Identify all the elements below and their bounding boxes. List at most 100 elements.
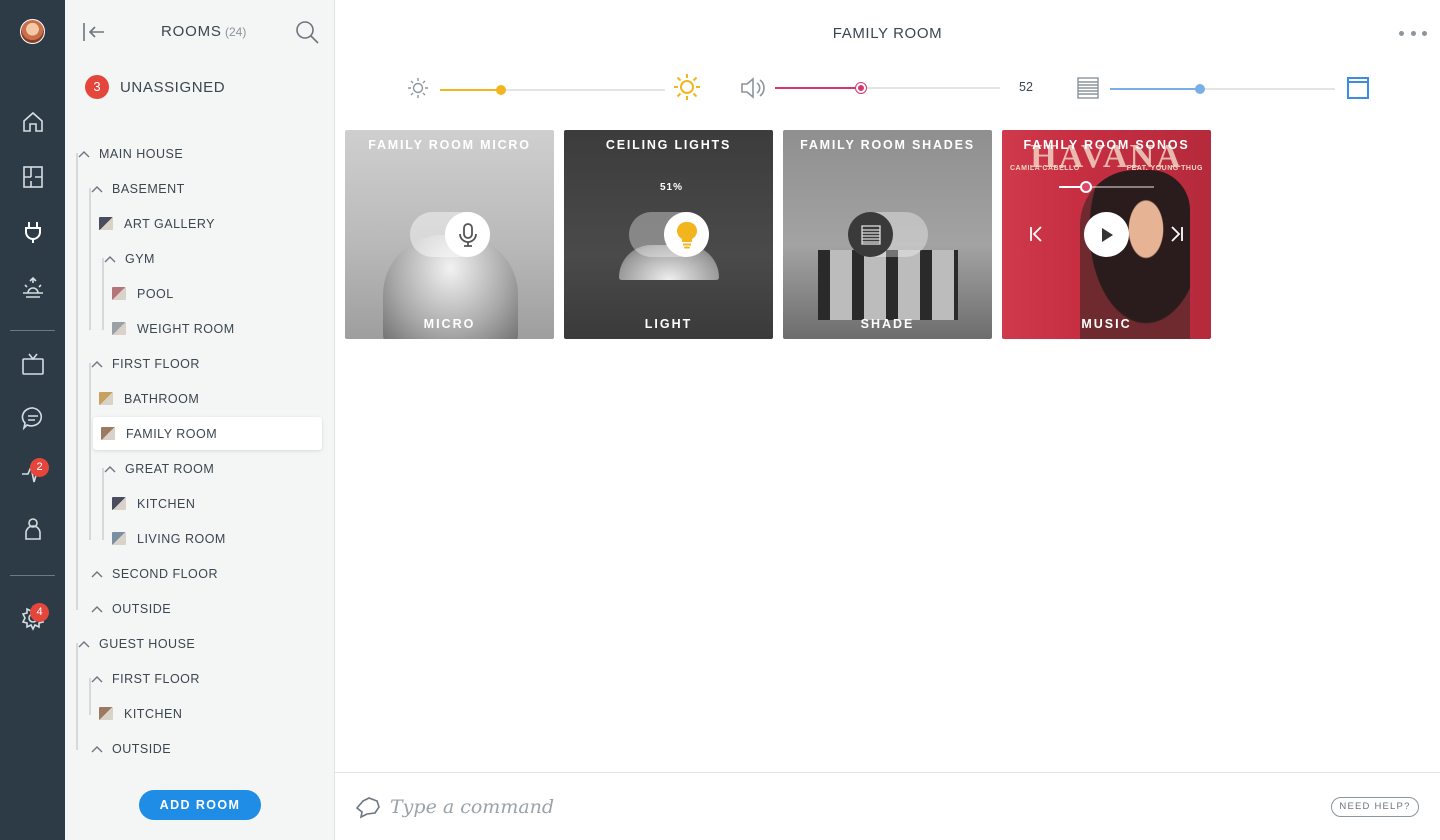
messages-button[interactable] [0, 398, 65, 438]
chevron-up-icon[interactable] [78, 150, 90, 158]
shade-closed-icon[interactable] [1077, 77, 1099, 99]
tree-group[interactable]: GREAT ROOM [104, 452, 214, 485]
shade-slider-knob[interactable] [1195, 84, 1205, 94]
need-help-button[interactable]: NEED HELP? [1331, 797, 1419, 817]
device-tile-light[interactable]: CEILING LIGHTS 51% LIGHT [564, 130, 773, 339]
brightness-slider-knob[interactable] [495, 85, 506, 95]
brightness-slider[interactable] [440, 85, 665, 95]
home-icon [22, 111, 43, 132]
microphone-icon [458, 222, 477, 247]
tree-group[interactable]: FIRST FLOOR [91, 347, 200, 380]
chevron-up-icon[interactable] [91, 605, 103, 613]
shade-slider[interactable] [1110, 84, 1335, 94]
scenes-button[interactable] [0, 267, 65, 307]
tile-type: MUSIC [1081, 317, 1132, 331]
tree-room[interactable]: WEIGHT ROOM [112, 312, 235, 345]
tree-room[interactable]: BATHROOM [99, 382, 199, 415]
micro-toggle-knob[interactable] [445, 212, 490, 257]
room-thumbnail [99, 707, 113, 720]
tree-room[interactable]: KITCHEN [112, 487, 195, 520]
chevron-up-icon[interactable] [91, 185, 103, 193]
shade-open-icon[interactable] [1346, 76, 1370, 100]
floorplan-icon [22, 166, 43, 188]
chevron-up-icon[interactable] [78, 640, 90, 648]
tree-item-label: WEIGHT ROOM [137, 321, 235, 336]
tree-guide [76, 153, 78, 610]
light-toggle[interactable] [629, 212, 709, 257]
album-artist: CAMILA CABELLO [1010, 165, 1080, 172]
chevron-up-icon[interactable] [91, 675, 103, 683]
search-icon[interactable] [294, 19, 320, 45]
chevron-up-icon[interactable] [104, 465, 116, 473]
floorplan-button[interactable] [0, 157, 65, 197]
music-progress-knob[interactable] [1079, 181, 1092, 193]
home-button[interactable] [0, 102, 65, 142]
tree-item-label: OUTSIDE [112, 741, 172, 756]
unassigned-rooms[interactable]: 3 UNASSIGNED [85, 75, 225, 99]
rooms-count: (24) [225, 25, 247, 39]
tree-item-label: GREAT ROOM [125, 461, 215, 476]
media-button[interactable] [0, 344, 65, 384]
tree-room[interactable]: LIVING ROOM [112, 522, 226, 555]
tile-type: SHADE [860, 317, 915, 331]
chevron-up-icon[interactable] [91, 570, 103, 578]
main-panel: FAMILY ROOM 52 FAMILY ROOM MICRO MICRO C… [335, 0, 1440, 840]
device-tile-shade[interactable]: FAMILY ROOM SHADES SHADE [783, 130, 992, 339]
users-button[interactable] [0, 508, 65, 548]
chevron-up-icon[interactable] [91, 745, 103, 753]
unassigned-count-badge: 3 [85, 75, 109, 99]
micro-toggle[interactable] [410, 212, 490, 257]
tree-group[interactable]: BASEMENT [91, 172, 185, 205]
tree-group[interactable]: OUTSIDE [91, 732, 171, 765]
tree-group[interactable]: OUTSIDE [91, 592, 171, 625]
tree-group[interactable]: GUEST HOUSE [78, 627, 195, 660]
add-room-button[interactable]: ADD ROOM [139, 790, 261, 820]
brightness-high-icon[interactable] [673, 73, 701, 101]
rooms-sidebar: ROOMS (24) 3 UNASSIGNED MAIN HOUSE BASEME… [65, 0, 335, 840]
tree-item-label: SECOND FLOOR [112, 566, 219, 581]
tv-icon [21, 353, 44, 375]
device-tile-music[interactable]: HAVANA CAMILA CABELLO FEAT. YOUNG THUG F… [1002, 130, 1211, 339]
brightness-low-icon [408, 78, 428, 98]
devices-button[interactable] [0, 212, 65, 252]
tree-group[interactable]: SECOND FLOOR [91, 557, 218, 590]
shade-toggle-knob[interactable] [848, 212, 893, 257]
room-thumbnail [112, 287, 126, 300]
tree-item-label: FIRST FLOOR [112, 356, 200, 371]
page-title: FAMILY ROOM [832, 25, 943, 42]
previous-track-icon[interactable] [1028, 225, 1044, 243]
music-progress-bar[interactable] [1059, 181, 1154, 193]
volume-slider-knob[interactable] [855, 83, 866, 93]
collapse-sidebar-icon[interactable] [82, 21, 106, 43]
tree-group[interactable]: MAIN HOUSE [78, 137, 183, 170]
tree-room[interactable]: POOL [112, 277, 174, 310]
shade-toggle[interactable] [848, 212, 928, 257]
tile-title: FAMILY ROOM MICRO [368, 138, 531, 152]
light-toggle-knob[interactable] [664, 212, 709, 257]
device-tile-micro[interactable]: FAMILY ROOM MICRO MICRO [345, 130, 554, 339]
more-options-icon[interactable] [1399, 22, 1427, 44]
volume-icon[interactable] [740, 76, 766, 100]
volume-slider[interactable] [775, 83, 1000, 93]
chevron-up-icon[interactable] [104, 255, 116, 263]
command-input[interactable] [390, 793, 1290, 821]
room-thumbnail [99, 217, 113, 230]
tree-item-label: KITCHEN [124, 706, 183, 721]
shade-slider-fill [1110, 88, 1200, 90]
tile-title: FAMILY ROOM SHADES [800, 138, 975, 152]
chevron-up-icon[interactable] [91, 360, 103, 368]
user-icon [24, 518, 41, 540]
tree-group[interactable]: GYM [104, 242, 155, 275]
play-button[interactable] [1084, 212, 1129, 257]
tree-room[interactable]: ART GALLERY [99, 207, 215, 240]
next-track-icon[interactable] [1169, 225, 1185, 243]
unassigned-label: UNASSIGNED [120, 78, 226, 96]
rail-divider [10, 330, 55, 331]
tree-item-label: LIVING ROOM [137, 531, 226, 546]
tree-group[interactable]: FIRST FLOOR [91, 662, 200, 695]
rooms-title: ROOMS [161, 23, 222, 40]
volume-value: 52 [1019, 80, 1033, 94]
user-avatar[interactable] [20, 19, 45, 44]
tree-room-selected[interactable]: FAMILY ROOM [93, 417, 322, 450]
tree-room[interactable]: KITCHEN [99, 697, 182, 730]
